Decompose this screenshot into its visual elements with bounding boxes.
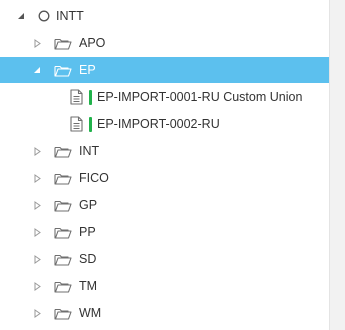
tree-node-tm[interactable]: TM [0, 273, 330, 299]
tree-node-int[interactable]: INT [0, 138, 330, 164]
folder-icon [54, 172, 72, 185]
folder-icon [54, 307, 72, 320]
tree-node-fico[interactable]: FICO [0, 165, 330, 191]
tree-node-label: GP [79, 198, 98, 212]
collapsed-triangle-icon[interactable] [32, 254, 42, 264]
tree-leaf-ep-import-0002[interactable]: EP-IMPORT-0002-RU [0, 111, 330, 137]
folder-icon [54, 280, 72, 293]
document-icon [70, 89, 83, 105]
tree-leaf-label: EP-IMPORT-0002-RU [97, 117, 220, 131]
folder-icon [54, 253, 72, 266]
tree-node-sd[interactable]: SD [0, 246, 330, 272]
tree-node-label: INTT [56, 9, 84, 23]
expanded-triangle-icon[interactable] [32, 65, 42, 75]
tree-node-label: SD [79, 252, 97, 266]
status-indicator-green [89, 116, 92, 132]
tree-node-label: EP [79, 63, 96, 77]
folder-icon [54, 64, 72, 77]
folder-icon [54, 145, 72, 158]
status-indicator-green [89, 89, 92, 105]
tree-node-label: INT [79, 144, 100, 158]
document-icon [70, 116, 83, 132]
folder-icon [54, 199, 72, 212]
tree-node-pp[interactable]: PP [0, 219, 330, 245]
tree-leaf-label: EP-IMPORT-0001-RU Custom Union [97, 90, 303, 104]
collapsed-triangle-icon[interactable] [32, 38, 42, 48]
tree-node-wm[interactable]: WM [0, 300, 330, 326]
expanded-triangle-icon[interactable] [16, 11, 26, 21]
circle-icon [38, 10, 50, 22]
collapsed-triangle-icon[interactable] [32, 308, 42, 318]
tree-node-ep[interactable]: EP [0, 57, 330, 83]
vertical-scrollbar[interactable] [329, 0, 345, 330]
tree-node-label: TM [79, 279, 98, 293]
collapsed-triangle-icon[interactable] [32, 227, 42, 237]
tree-node-gp[interactable]: GP [0, 192, 330, 218]
collapsed-triangle-icon[interactable] [32, 173, 42, 183]
collapsed-triangle-icon[interactable] [32, 200, 42, 210]
tree-node-label: WM [79, 306, 102, 320]
tree-node-label: APO [79, 36, 106, 50]
folder-icon [54, 226, 72, 239]
tree-leaf-ep-import-0001[interactable]: EP-IMPORT-0001-RU Custom Union [0, 84, 330, 110]
collapsed-triangle-icon[interactable] [32, 281, 42, 291]
collapsed-triangle-icon[interactable] [32, 146, 42, 156]
tree-node-label: PP [79, 225, 96, 239]
folder-icon [54, 37, 72, 50]
tree-node-label: FICO [79, 171, 109, 185]
tree-node-intt[interactable]: INTT [0, 3, 330, 29]
tree-node-apo[interactable]: APO [0, 30, 330, 56]
